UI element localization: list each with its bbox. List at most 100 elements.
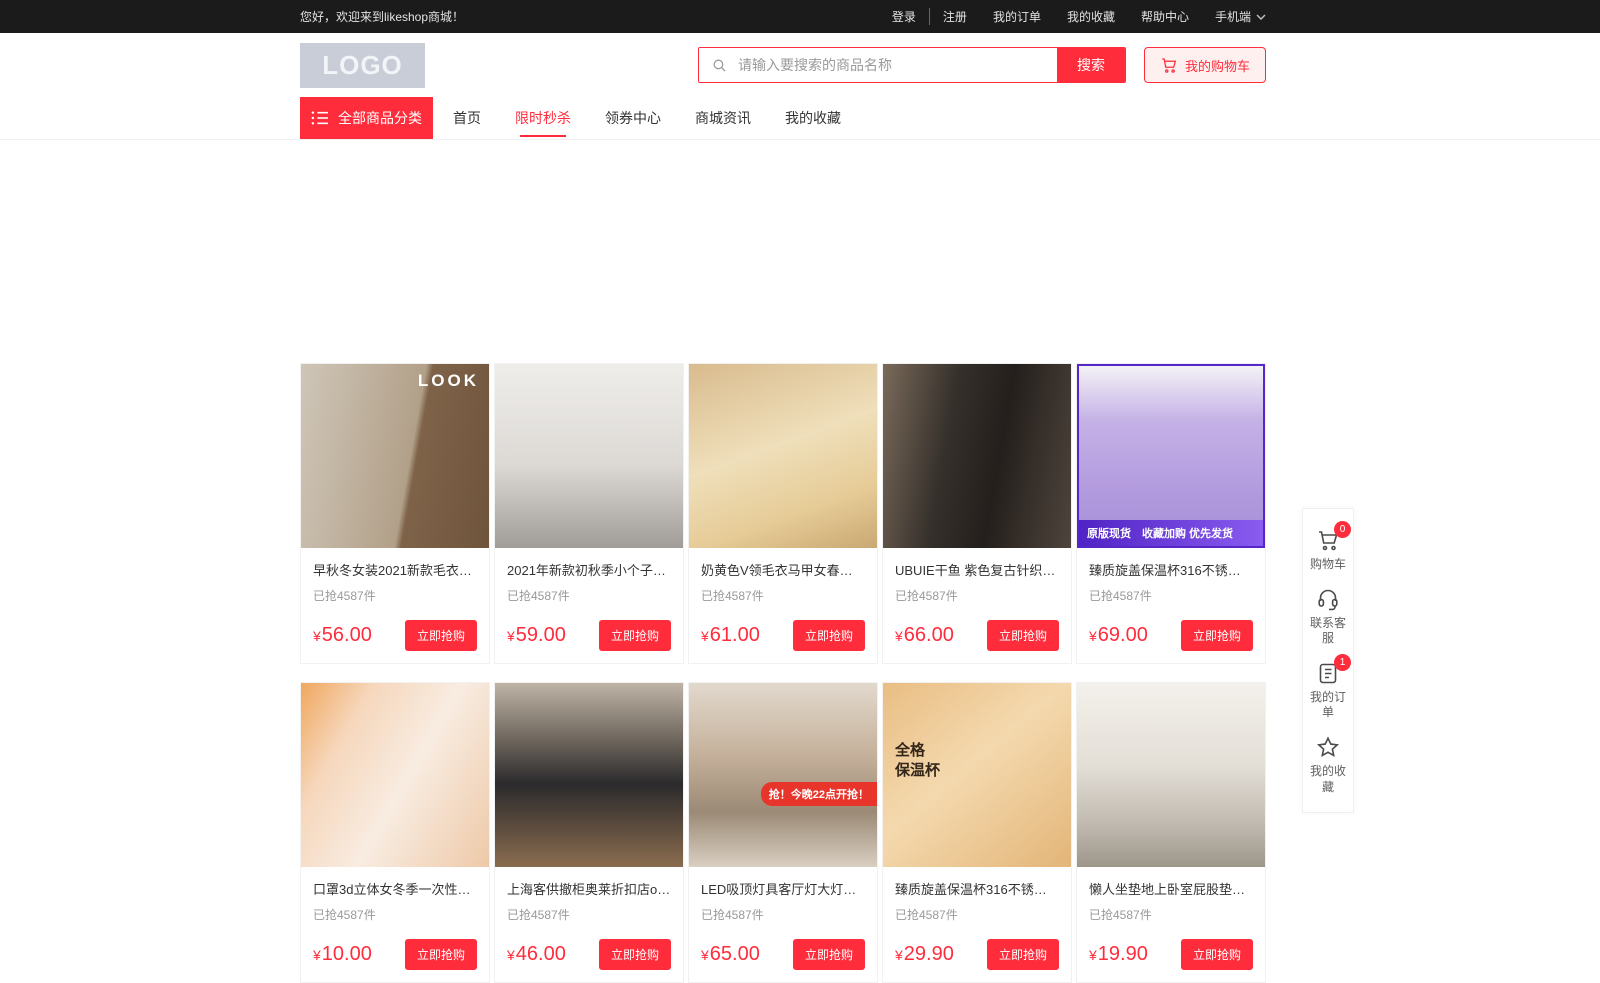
product-image <box>1077 683 1265 867</box>
currency-symbol: ¥ <box>895 947 903 963</box>
product-price: ¥ 19.90 <box>1089 943 1148 966</box>
navbar: 全部商品分类 首页 限时秒杀 领券中心 商城资讯 我的收藏 <box>0 97 1600 140</box>
login-link[interactable]: 登录 <box>892 8 930 25</box>
product-image <box>301 683 489 867</box>
search-input[interactable] <box>728 48 1057 82</box>
buy-now-button[interactable]: 立即抢购 <box>1181 620 1253 651</box>
cart-button[interactable]: 我的购物车 <box>1144 47 1266 83</box>
product-card[interactable]: LOOK 早秋冬女装2021新款毛衣盐系... 已抢4587件 ¥ 56.00 … <box>300 363 490 664</box>
product-card[interactable]: 奶黄色V领毛衣马甲女春秋慵懒... 已抢4587件 ¥ 61.00 立即抢购 <box>688 363 878 664</box>
mobile-link[interactable]: 手机端 <box>1215 8 1266 25</box>
product-sold-count: 已抢4587件 <box>1089 587 1253 604</box>
buy-now-button[interactable]: 立即抢购 <box>1181 939 1253 970</box>
currency-symbol: ¥ <box>1089 628 1097 644</box>
topbar-link-help[interactable]: 帮助中心 <box>1141 8 1189 25</box>
product-image-text: 抢！今晚22点开抢！ <box>761 782 877 806</box>
product-title: 懒人坐垫地上卧室屁股垫子办... <box>1089 879 1253 898</box>
product-image <box>495 683 683 867</box>
product-image-text: 原版现货 收藏加购 优先发货 <box>1079 520 1263 546</box>
product-title: 臻质旋盖保温杯316不锈钢内胆... <box>1089 560 1253 579</box>
orders-badge: 1 <box>1334 654 1351 671</box>
category-icon <box>311 110 329 126</box>
product-image <box>495 364 683 548</box>
search-button[interactable]: 搜索 <box>1057 48 1125 82</box>
search-bar: 搜索 <box>698 47 1126 83</box>
product-image-text: 全格 保温杯 <box>895 741 943 782</box>
category-button[interactable]: 全部商品分类 <box>300 97 433 139</box>
product-title: 奶黄色V领毛衣马甲女春秋慵懒... <box>701 560 865 579</box>
product-sold-count: 已抢4587件 <box>895 587 1059 604</box>
float-menu-customer-service[interactable]: 联系客服 <box>1310 587 1346 647</box>
product-image: 抢！今晚22点开抢！ <box>689 683 877 867</box>
product-card[interactable]: 懒人坐垫地上卧室屁股垫子办... 已抢4587件 ¥ 19.90 立即抢购 <box>1076 682 1266 983</box>
welcome-text: 您好，欢迎来到likeshop商城！ <box>300 8 464 25</box>
product-card[interactable]: 原版现货 收藏加购 优先发货 臻质旋盖保温杯316不锈钢内胆... 已抢4587… <box>1076 363 1266 664</box>
buy-now-button[interactable]: 立即抢购 <box>405 939 477 970</box>
product-sold-count: 已抢4587件 <box>507 587 671 604</box>
product-sold-count: 已抢4587件 <box>313 906 477 923</box>
buy-now-button[interactable]: 立即抢购 <box>599 939 671 970</box>
product-card[interactable]: 上海客供撤柜奥莱折扣店outlets 已抢4587件 ¥ 46.00 立即抢购 <box>494 682 684 983</box>
product-title: 上海客供撤柜奥莱折扣店outlets <box>507 879 671 898</box>
float-menu-my-orders[interactable]: 1 我的订单 <box>1310 661 1346 721</box>
star-icon <box>1316 735 1340 759</box>
product-image <box>689 364 877 548</box>
buy-now-button[interactable]: 立即抢购 <box>793 620 865 651</box>
currency-symbol: ¥ <box>313 947 321 963</box>
cart-badge: 0 <box>1334 521 1351 538</box>
topbar-link-favorites[interactable]: 我的收藏 <box>1067 8 1115 25</box>
nav-item-seckill[interactable]: 限时秒杀 <box>515 97 571 139</box>
headset-icon <box>1316 587 1340 611</box>
chevron-down-icon <box>1256 14 1266 20</box>
product-price: ¥ 66.00 <box>895 624 954 647</box>
currency-symbol: ¥ <box>1089 947 1097 963</box>
product-price: ¥ 29.90 <box>895 943 954 966</box>
product-card[interactable]: 抢！今晚22点开抢！ LED吸顶灯具客厅灯大灯主卧... 已抢4587件 ¥ 6… <box>688 682 878 983</box>
product-title: UBUIE干鱼 紫色复古针织衫马... <box>895 560 1059 579</box>
buy-now-button[interactable]: 立即抢购 <box>405 620 477 651</box>
logo[interactable]: LOGO <box>300 43 425 88</box>
float-menu-cart[interactable]: 0 购物车 <box>1310 528 1346 573</box>
product-sold-count: 已抢4587件 <box>313 587 477 604</box>
product-card[interactable]: 2021年新款初秋季小个子马甲... 已抢4587件 ¥ 59.00 立即抢购 <box>494 363 684 664</box>
product-sold-count: 已抢4587件 <box>1089 906 1253 923</box>
currency-symbol: ¥ <box>701 628 709 644</box>
product-price: ¥ 46.00 <box>507 943 566 966</box>
search-icon <box>711 57 728 74</box>
product-image: 原版现货 收藏加购 优先发货 <box>1077 364 1265 548</box>
product-title: 2021年新款初秋季小个子马甲... <box>507 560 671 579</box>
product-sold-count: 已抢4587件 <box>701 906 865 923</box>
buy-now-button[interactable]: 立即抢购 <box>599 620 671 651</box>
product-image-text: LOOK <box>418 371 479 391</box>
header: LOGO 搜索 我的购物车 <box>0 33 1600 97</box>
buy-now-button[interactable]: 立即抢购 <box>793 939 865 970</box>
buy-now-button[interactable]: 立即抢购 <box>987 939 1059 970</box>
product-sold-count: 已抢4587件 <box>895 906 1059 923</box>
currency-symbol: ¥ <box>507 947 515 963</box>
float-menu-my-favorites[interactable]: 我的收藏 <box>1310 735 1346 795</box>
product-price: ¥ 59.00 <box>507 624 566 647</box>
product-sold-count: 已抢4587件 <box>507 906 671 923</box>
product-grid: LOOK 早秋冬女装2021新款毛衣盐系... 已抢4587件 ¥ 56.00 … <box>300 363 1266 983</box>
product-price: ¥ 56.00 <box>313 624 372 647</box>
nav-item-my-favorites[interactable]: 我的收藏 <box>785 97 841 139</box>
product-title: LED吸顶灯具客厅灯大灯主卧... <box>701 879 865 898</box>
product-image <box>883 364 1071 548</box>
currency-symbol: ¥ <box>895 628 903 644</box>
currency-symbol: ¥ <box>313 628 321 644</box>
currency-symbol: ¥ <box>507 628 515 644</box>
product-card[interactable]: UBUIE干鱼 紫色复古针织衫马... 已抢4587件 ¥ 66.00 立即抢购 <box>882 363 1072 664</box>
product-image: LOOK <box>301 364 489 548</box>
nav-item-coupon-center[interactable]: 领券中心 <box>605 97 661 139</box>
buy-now-button[interactable]: 立即抢购 <box>987 620 1059 651</box>
product-card[interactable]: 口罩3d立体女冬季一次性口罩 已抢4587件 ¥ 10.00 立即抢购 <box>300 682 490 983</box>
register-link[interactable]: 注册 <box>943 8 967 25</box>
product-card[interactable]: 全格 保温杯 臻质旋盖保温杯316不锈钢内胆... 已抢4587件 ¥ 29.9… <box>882 682 1072 983</box>
product-price: ¥ 10.00 <box>313 943 372 966</box>
product-price: ¥ 65.00 <box>701 943 760 966</box>
topbar-link-orders[interactable]: 我的订单 <box>993 8 1041 25</box>
product-sold-count: 已抢4587件 <box>701 587 865 604</box>
nav-item-mall-news[interactable]: 商城资讯 <box>695 97 751 139</box>
nav-item-home[interactable]: 首页 <box>453 97 481 139</box>
product-image: 全格 保温杯 <box>883 683 1071 867</box>
